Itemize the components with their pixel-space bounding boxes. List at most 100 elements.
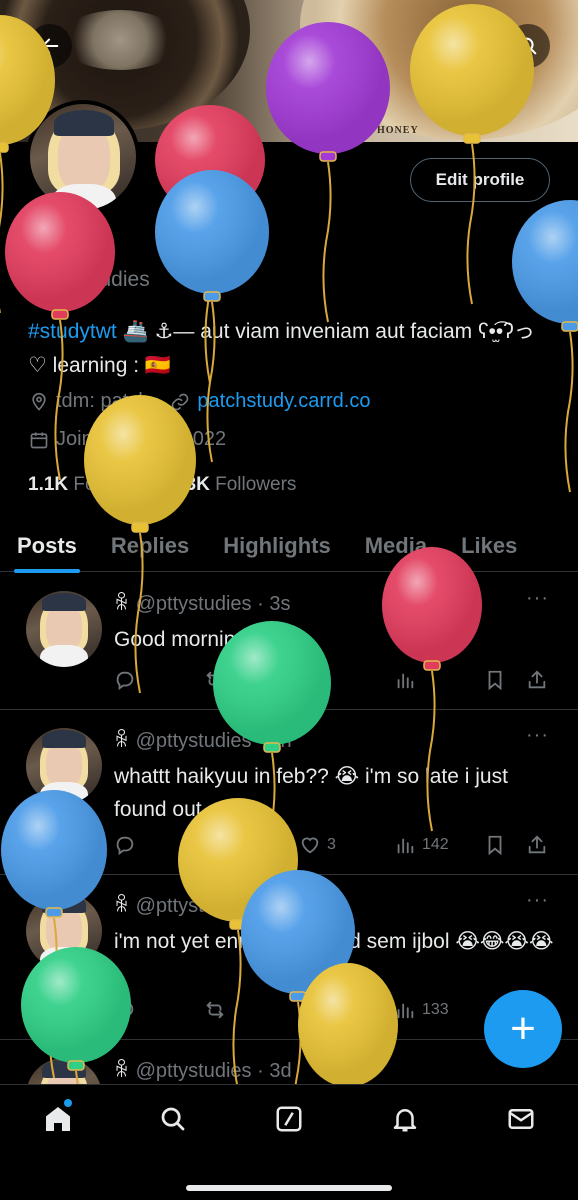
like-count: 3: [327, 1001, 336, 1018]
like-button[interactable]: [299, 669, 321, 691]
link-icon: [169, 391, 191, 413]
post-author-handle[interactable]: @pttystudies: [136, 730, 252, 752]
bottom-navigation: [0, 1084, 578, 1200]
banner-coffee-mug-2: [300, 0, 578, 140]
reply-icon: [116, 836, 134, 856]
like-count: 3: [327, 836, 336, 853]
share-icon: [528, 670, 546, 689]
post-text: whattt haikyuu in feb?? 😭 i'm so late i …: [114, 765, 508, 821]
share-icon: [528, 835, 546, 854]
repost-button[interactable]: [204, 834, 226, 856]
balloon-knot: [561, 321, 578, 332]
profile-avatar[interactable]: [26, 100, 140, 214]
post-avatar[interactable]: [26, 728, 102, 804]
follow-stats: 1.1K Following 2.3K Followers: [28, 474, 296, 496]
tab-posts[interactable]: Posts: [0, 520, 94, 573]
bio-hashtag-link[interactable]: #studytwt: [28, 320, 117, 343]
reply-icon: [116, 671, 134, 691]
tab-likes[interactable]: Likes: [444, 520, 534, 572]
location-pin-icon: [28, 391, 50, 413]
nav-grok[interactable]: [271, 1101, 307, 1137]
banner-honey-label: HONEY: [377, 125, 419, 136]
like-button[interactable]: 3: [299, 999, 336, 1021]
post-actions: 3 142: [114, 830, 554, 860]
tab-media[interactable]: Media: [348, 520, 444, 572]
post-text: Good morning !: [114, 628, 259, 651]
avatar-top: [40, 947, 88, 969]
nav-notifications[interactable]: [387, 1101, 423, 1137]
balloon-string: [322, 161, 332, 323]
views-icon: [397, 1003, 414, 1019]
share-button[interactable]: [526, 669, 548, 691]
avatar-top: [52, 184, 116, 210]
profile-joined-row: Joined March 2022: [28, 428, 226, 451]
bookmark-button[interactable]: [484, 669, 506, 691]
profile-meta-row: tdm: patch patchstudy.carrd.co: [28, 390, 370, 413]
profile-bio: #studytwt 🚢 ⚓— aut viam inveniam aut fac…: [28, 315, 548, 383]
avatar-hat: [54, 110, 114, 136]
compose-post-button[interactable]: +: [484, 990, 562, 1068]
nav-messages[interactable]: [503, 1101, 539, 1137]
post-item[interactable]: ꆜ @pttystudies · 9h ··· whattt haikyuu in…: [0, 710, 578, 875]
post-more-button[interactable]: ···: [526, 889, 549, 912]
views-button[interactable]: 142: [394, 834, 449, 856]
bookmark-icon: [488, 670, 502, 691]
tab-highlights[interactable]: Highlights: [206, 520, 348, 572]
repost-button[interactable]: [204, 669, 226, 691]
profile-joined-date: Joined March 2022: [56, 428, 227, 450]
nav-explore[interactable]: [155, 1101, 191, 1137]
profile-website-link[interactable]: patchstudy.carrd.co: [197, 390, 370, 413]
reply-button[interactable]: [114, 834, 136, 856]
balloon-knot: [201, 212, 219, 223]
post-text: i'm not yet enrolled for 2nd sem ijbol 😭…: [114, 930, 554, 953]
post-more-button[interactable]: ···: [526, 587, 549, 610]
post-avatar[interactable]: [26, 893, 102, 969]
post-author-icon: ꆜ: [114, 593, 130, 615]
balloon-shine: [84, 395, 196, 525]
profile-tabs: Posts Replies Highlights Media Likes: [0, 520, 578, 573]
balloon-shine: [512, 200, 578, 324]
post-more-button[interactable]: ···: [526, 724, 549, 747]
grok-icon: [276, 1106, 302, 1132]
post-author-icon: ꆜ: [114, 730, 130, 752]
like-button[interactable]: 3: [299, 834, 336, 856]
bell-icon: [393, 1109, 417, 1132]
mail-icon: [508, 1109, 534, 1129]
post-timestamp: 3d: [269, 1060, 292, 1082]
balloon-string: [0, 152, 4, 313]
views-button[interactable]: 133: [394, 999, 449, 1021]
following-link[interactable]: 1.1K Following: [28, 474, 154, 496]
bookmark-icon: [488, 835, 502, 856]
post-timestamp: 17h: [269, 895, 303, 917]
post-author-icon: ꆜ: [114, 895, 130, 917]
profile-identity-icon: ꆜ: [31, 229, 49, 254]
search-button[interactable]: [506, 24, 550, 68]
reply-button[interactable]: [114, 669, 136, 691]
avatar-hat: [42, 895, 86, 913]
bookmark-button[interactable]: [484, 834, 506, 856]
arrow-left-icon: [41, 38, 59, 54]
repost-button[interactable]: [204, 999, 226, 1021]
followers-link[interactable]: 2.3K Followers: [170, 474, 297, 496]
home-icon: [46, 1107, 70, 1131]
avatar-top: [40, 782, 88, 804]
back-button[interactable]: [28, 24, 72, 68]
views-button[interactable]: [394, 669, 416, 691]
post-author-handle[interactable]: @pttystudies: [136, 593, 252, 615]
post-author-handle[interactable]: @pttystudies: [136, 1060, 252, 1082]
post-avatar[interactable]: [26, 591, 102, 667]
views-icon: [397, 673, 414, 689]
edit-profile-button[interactable]: Edit profile: [410, 158, 550, 202]
post-timestamp: 3s: [269, 593, 291, 615]
post-author-handle[interactable]: @pttystudies: [136, 895, 252, 917]
search-icon: [161, 1107, 185, 1131]
reply-button[interactable]: [114, 999, 136, 1021]
balloon-body: [84, 395, 196, 525]
avatar-top: [40, 645, 88, 667]
nav-home[interactable]: [40, 1101, 76, 1137]
avatar-hat: [42, 593, 86, 611]
post-header: ꆜ @pttystudies · 9h: [114, 730, 292, 752]
share-button[interactable]: [526, 834, 548, 856]
post-item[interactable]: ꆜ @pttystudies · 3s ··· Good morning !: [0, 573, 578, 710]
tab-replies[interactable]: Replies: [94, 520, 206, 572]
